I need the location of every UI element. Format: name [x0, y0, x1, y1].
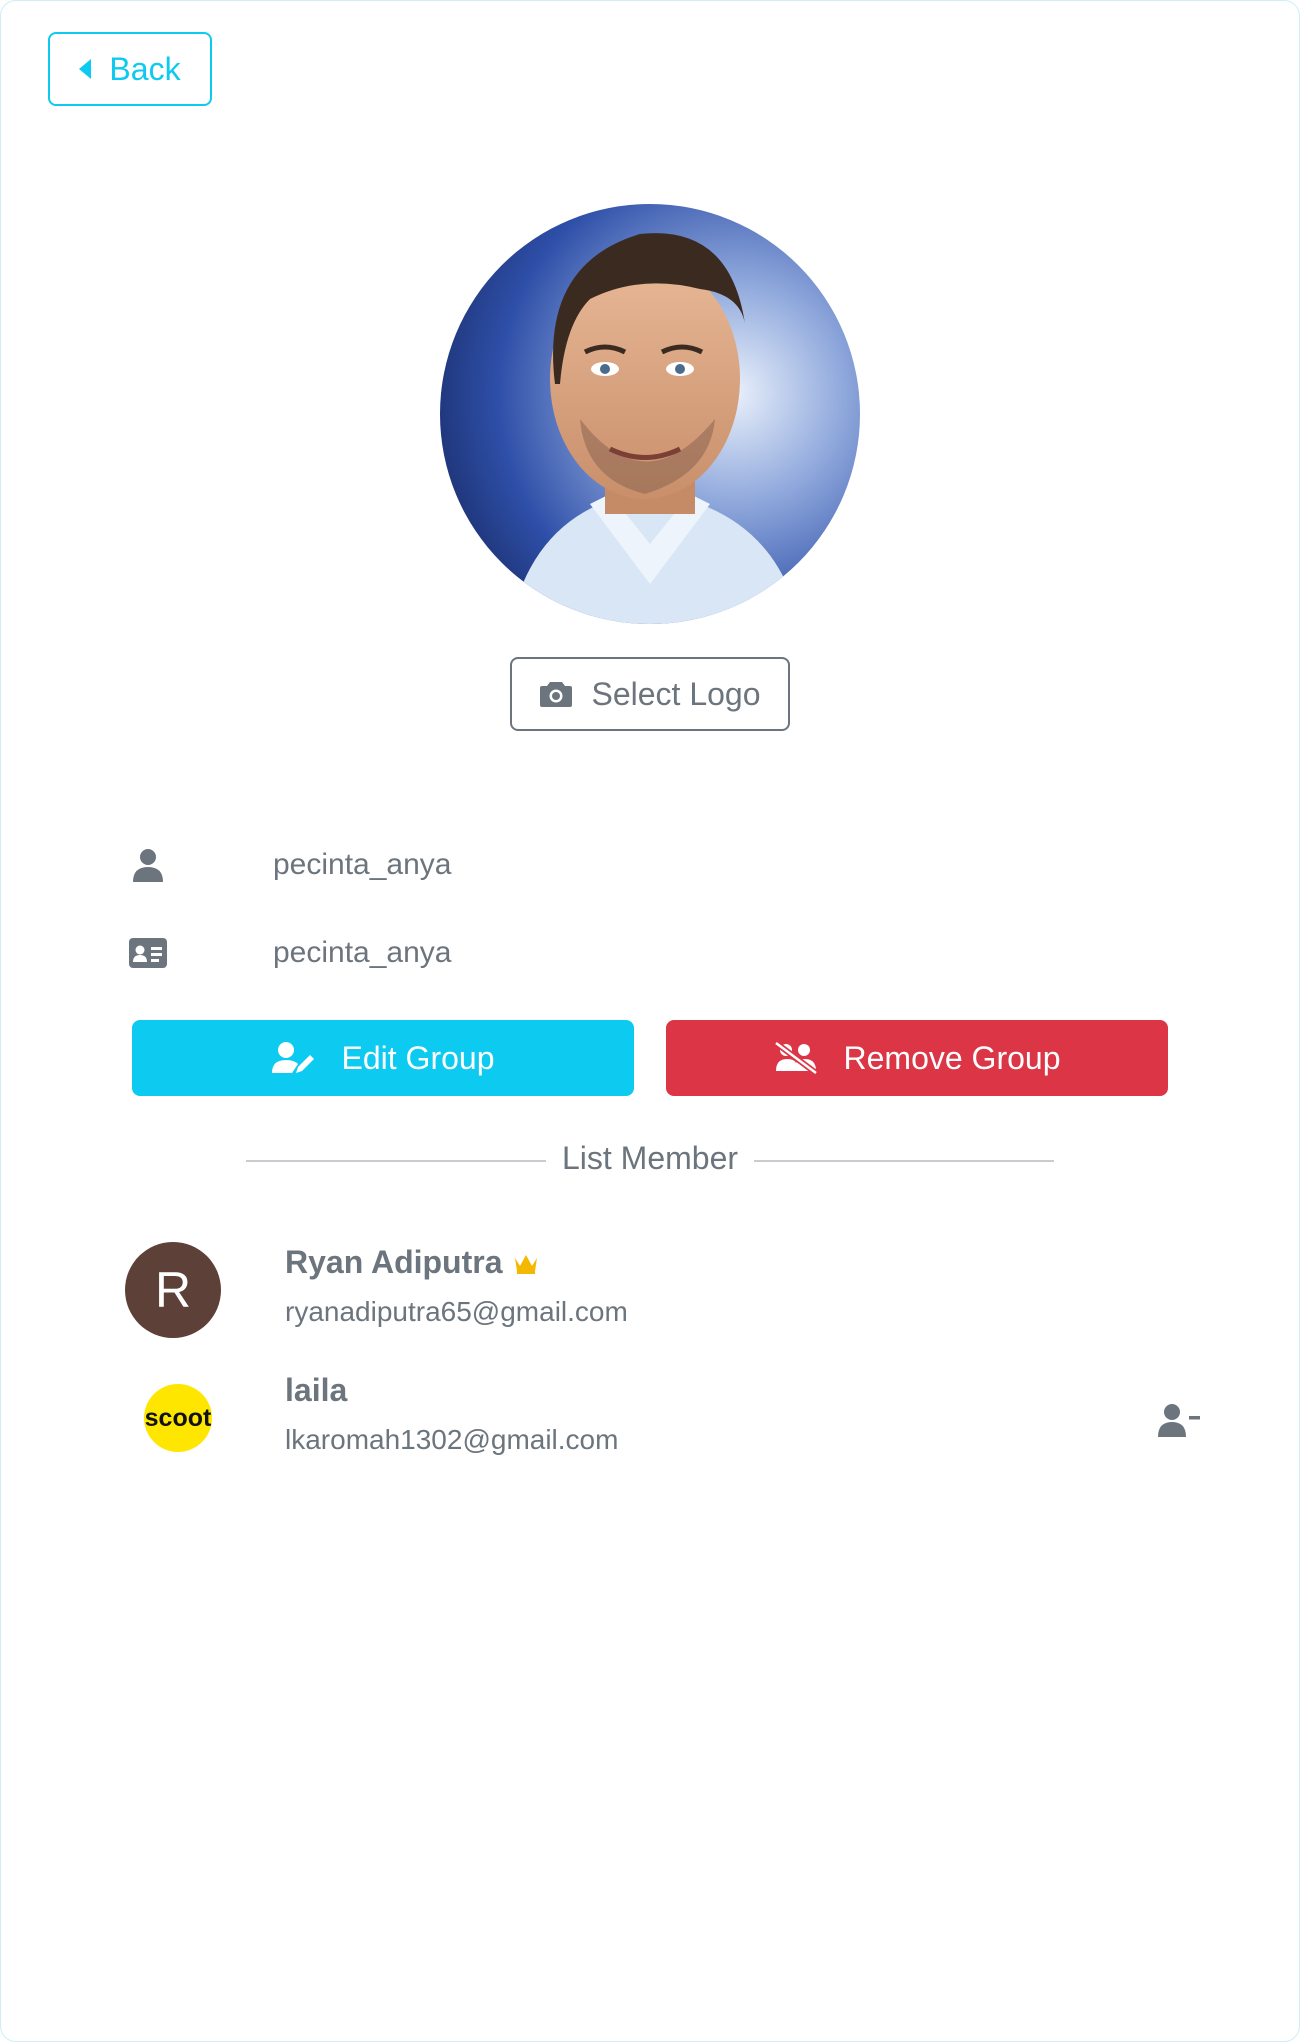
back-button[interactable]: Back: [48, 32, 212, 106]
scoot-logo: scoot: [144, 1384, 212, 1452]
remove-group-label: Remove Group: [843, 1039, 1061, 1076]
remove-group-button[interactable]: Remove Group: [666, 1020, 1168, 1096]
username-row: pecinta_anya: [128, 840, 451, 890]
member-name: Ryan Adiputra: [285, 1244, 503, 1280]
caret-left-icon: [79, 59, 92, 79]
user-icon: [128, 845, 168, 885]
list-member-heading: List Member: [561, 1140, 739, 1176]
avatar: R: [125, 1242, 221, 1338]
avatar-initial: R: [154, 1262, 192, 1318]
crown-icon: [514, 1254, 537, 1274]
divider-left: [246, 1160, 546, 1162]
edit-group-label: Edit Group: [341, 1039, 495, 1076]
divider-right: [754, 1160, 1054, 1162]
edit-group-button[interactable]: Edit Group: [132, 1020, 634, 1096]
avatar: scoot: [125, 1370, 221, 1466]
member-name-row: laila: [285, 1372, 347, 1409]
back-button-label: Back: [109, 50, 181, 87]
camera-icon: [540, 682, 573, 707]
group-logo: [440, 204, 860, 624]
users-slash-icon: [773, 1041, 818, 1075]
member-email: ryanadiputra65@gmail.com: [285, 1296, 628, 1327]
group-id-value: pecinta_anya: [273, 936, 452, 969]
group-id-row: pecinta_anya: [128, 928, 451, 978]
user-edit-icon: [271, 1042, 314, 1073]
member-name: laila: [285, 1372, 348, 1408]
username-value: pecinta_anya: [273, 848, 452, 881]
select-logo-label: Select Logo: [591, 675, 761, 712]
select-logo-button[interactable]: Select Logo: [510, 657, 790, 731]
id-card-icon: [128, 933, 168, 973]
remove-member-button[interactable]: [1155, 1398, 1205, 1442]
member-email: lkaromah1302@gmail.com: [285, 1424, 619, 1455]
group-logo-image: [440, 204, 860, 624]
member-item: R Ryan Adiputra ryanadiputra65@gmail.com: [125, 1242, 1205, 1342]
member-name-row: Ryan Adiputra: [285, 1244, 539, 1281]
user-minus-icon: [1158, 1404, 1200, 1437]
member-item: scoot laila lkaromah1302@gmail.com: [125, 1370, 1205, 1470]
svg-text:scoot: scoot: [145, 1404, 212, 1432]
